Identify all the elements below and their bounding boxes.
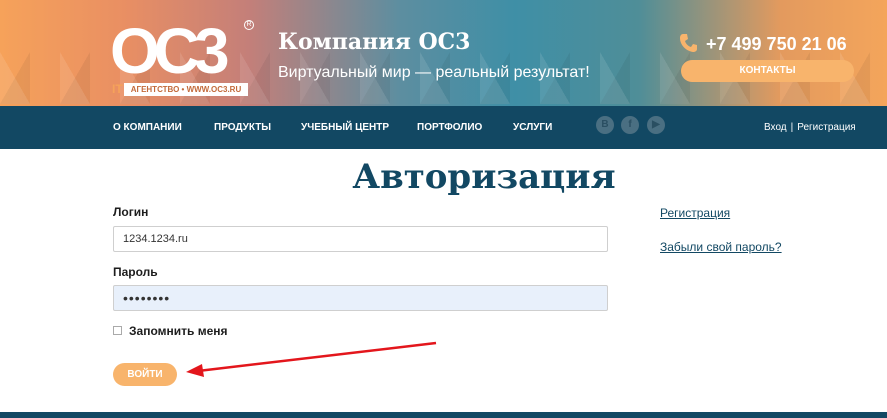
auth-separator: | bbox=[790, 122, 794, 133]
logo[interactable]: ОС3 R IT АГЕНТСТВО • WWW.OC3.RU bbox=[110, 15, 254, 98]
annotation-arrow bbox=[186, 341, 437, 377]
nav-item-portfolio[interactable]: ПОРТФОЛИО bbox=[417, 122, 482, 133]
header-banner: ОС3 R IT АГЕНТСТВО • WWW.OC3.RU Компания… bbox=[0, 0, 887, 106]
logo-tagline: АГЕНТСТВО • WWW.OC3.RU bbox=[124, 83, 248, 96]
password-label: Пароль bbox=[113, 265, 158, 279]
vk-icon[interactable]: В bbox=[596, 116, 614, 134]
facebook-icon[interactable]: f bbox=[621, 116, 639, 134]
page-title: Авторизация bbox=[352, 157, 616, 197]
register-link[interactable]: Регистрация bbox=[797, 122, 855, 133]
password-input[interactable]: •••••••• bbox=[113, 285, 608, 311]
footer-bar bbox=[0, 412, 887, 418]
phone-number[interactable]: +7 499 750 21 06 bbox=[706, 34, 847, 55]
phone-icon bbox=[680, 34, 697, 52]
contacts-button[interactable]: КОНТАКТЫ bbox=[681, 60, 854, 82]
nav-item-training[interactable]: УЧЕБНЫЙ ЦЕНТР bbox=[301, 122, 389, 133]
auth-links: Вход | Регистрация bbox=[764, 122, 856, 133]
login-label: Логин bbox=[113, 205, 149, 219]
registered-icon: R bbox=[244, 20, 254, 30]
forgot-password-link[interactable]: Забыли свой пароль? bbox=[660, 240, 782, 254]
company-name: Компания ОС3 bbox=[278, 29, 471, 55]
logo-it: IT bbox=[112, 82, 123, 96]
login-link[interactable]: Вход bbox=[764, 122, 787, 133]
slogan: Виртуальный мир — реальный результат! bbox=[278, 64, 590, 81]
nav-item-services[interactable]: УСЛУГИ bbox=[513, 122, 552, 133]
youtube-icon[interactable]: ▶ bbox=[647, 116, 665, 134]
login-input[interactable]: 1234.1234.ru bbox=[113, 226, 608, 252]
nav-item-products[interactable]: ПРОДУКТЫ bbox=[214, 122, 271, 133]
remember-checkbox[interactable] bbox=[113, 326, 122, 335]
remember-label: Запомнить меня bbox=[129, 324, 228, 338]
login-button[interactable]: ВОЙТИ bbox=[113, 363, 177, 386]
nav-item-about[interactable]: О КОМПАНИИ bbox=[113, 122, 182, 133]
side-register-link[interactable]: Регистрация bbox=[660, 206, 730, 220]
logo-text: ОС3 bbox=[110, 15, 230, 87]
